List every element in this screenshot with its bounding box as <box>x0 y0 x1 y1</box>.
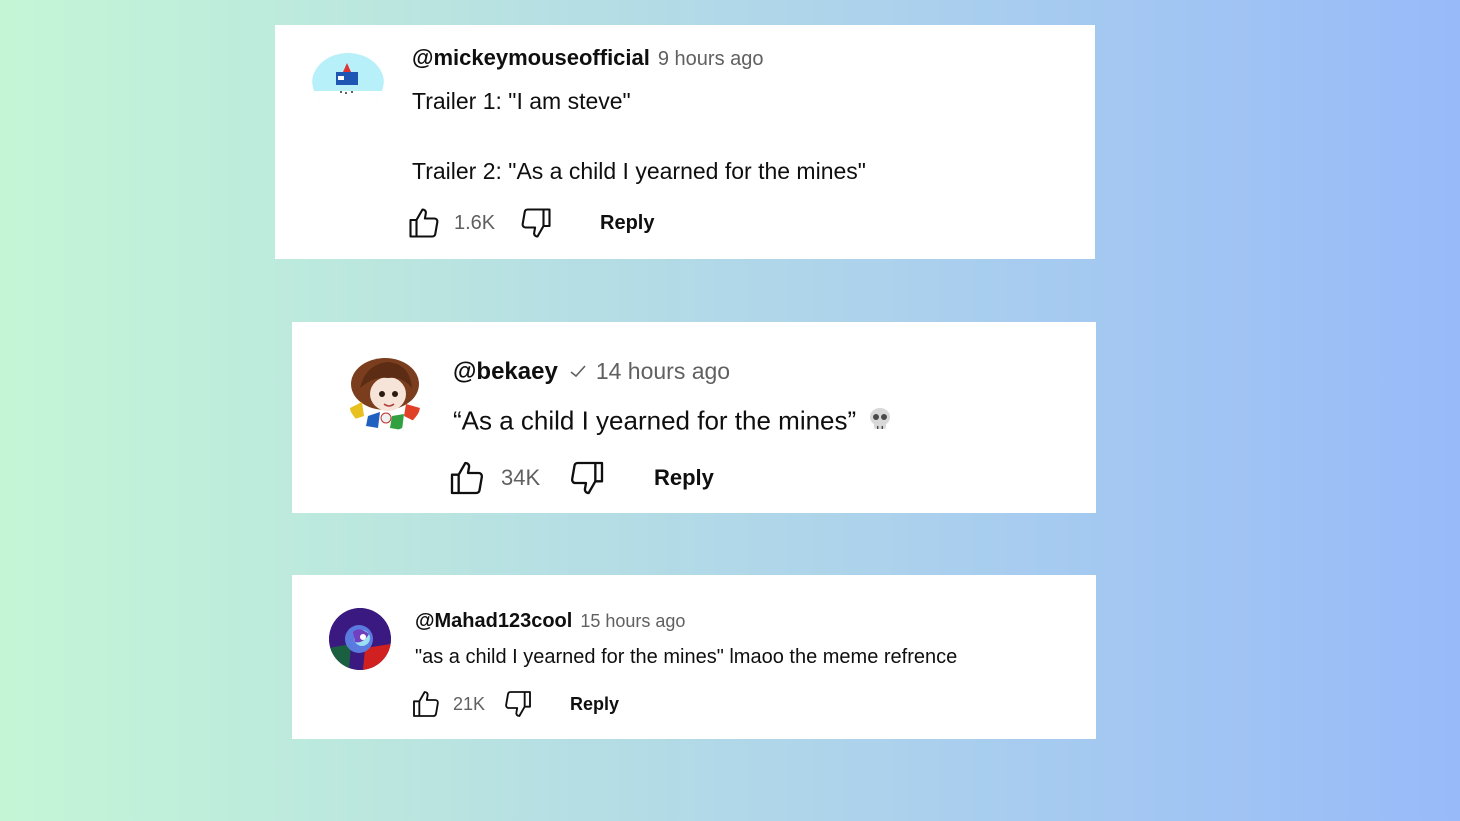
comment-actions: 21K Reply <box>410 688 619 720</box>
thumbs-up-icon <box>413 691 439 717</box>
avatar[interactable] <box>312 43 384 115</box>
like-count: 1.6K <box>454 211 496 234</box>
comment-card-3: @Mahad123cool 15 hours ago "as a child I… <box>292 575 1096 739</box>
comment-header: @Mahad123cool 15 hours ago <box>415 610 685 633</box>
comment-header: @bekaey 14 hours ago <box>453 358 730 386</box>
skull-emoji-icon <box>866 405 894 440</box>
thumbs-up-icon <box>450 461 484 495</box>
comment-author[interactable]: @bekaey <box>453 358 558 386</box>
comment-header: @mickeymouseofficial 9 hours ago <box>412 45 764 71</box>
like-button[interactable] <box>447 458 487 498</box>
like-count: 34K <box>501 465 541 490</box>
like-count: 21K <box>453 693 486 714</box>
dislike-button[interactable] <box>518 205 554 241</box>
comment-card-2: @bekaey 14 hours ago “As a child I yearn… <box>292 322 1096 513</box>
comment-timestamp[interactable]: 9 hours ago <box>658 48 764 71</box>
like-button[interactable] <box>406 205 442 241</box>
comment-actions: 1.6K Reply <box>406 205 654 241</box>
abstract-avatar-icon <box>329 608 391 670</box>
thumbs-up-icon <box>409 208 439 238</box>
thumbs-down-icon <box>505 691 531 717</box>
comment-timestamp[interactable]: 15 hours ago <box>580 611 685 632</box>
comment-text: “As a child I yearned for the mines” <box>453 405 894 440</box>
comment-text-line-2: Trailer 2: "As a child I yearned for the… <box>412 158 866 184</box>
comment-author[interactable]: @mickeymouseofficial <box>412 45 650 71</box>
comment-timestamp[interactable]: 14 hours ago <box>596 358 730 385</box>
avatar[interactable] <box>346 354 424 432</box>
anime-avatar-icon <box>346 354 424 432</box>
reply-button[interactable]: Reply <box>570 694 619 715</box>
comment-actions: 34K Reply <box>447 458 714 498</box>
comment-text-body: “As a child I yearned for the mines” <box>453 405 857 436</box>
verified-check-icon <box>568 358 588 386</box>
reply-button[interactable]: Reply <box>600 212 654 235</box>
comment-card-1: @mickeymouseofficial 9 hours ago Trailer… <box>275 25 1095 259</box>
avatar[interactable] <box>329 608 391 670</box>
comment-author[interactable]: @Mahad123cool <box>415 610 572 633</box>
comment-text: "as a child I yearned for the mines" lma… <box>415 646 958 668</box>
comment-text-line-1: Trailer 1: "I am steve" <box>412 88 631 114</box>
thumbs-down-icon <box>521 208 551 238</box>
thumbs-down-icon <box>570 461 604 495</box>
cartoon-avatar-icon <box>312 43 384 115</box>
reply-button[interactable]: Reply <box>654 465 714 491</box>
dislike-button[interactable] <box>502 688 534 720</box>
like-button[interactable] <box>410 688 442 720</box>
dislike-button[interactable] <box>567 458 607 498</box>
